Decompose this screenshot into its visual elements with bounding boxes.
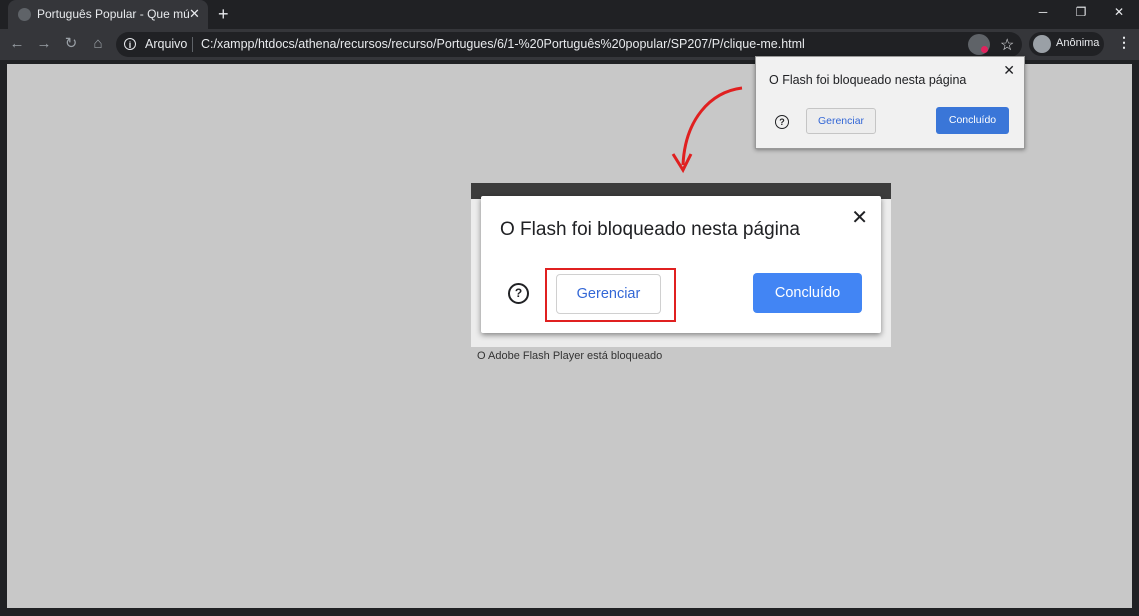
tab-close-icon[interactable]: ✕ (189, 7, 200, 21)
restore-button[interactable]: ❐ (1062, 0, 1100, 25)
blocked-badge (981, 46, 988, 53)
address-url[interactable]: C:/xampp/htdocs/athena/recursos/recurso/… (201, 37, 805, 51)
zoomed-title: O Flash foi bloqueado nesta página (500, 219, 800, 240)
zoomed-dialog: O Flash foi bloqueado nesta página ✕ ? G… (481, 196, 881, 333)
tab-title: Português Popular - Que música (37, 7, 189, 21)
new-tab-button[interactable]: + (218, 4, 229, 25)
address-prefix: Arquivo (145, 37, 188, 51)
info-icon[interactable]: i (124, 38, 136, 50)
menu-icon[interactable]: ⋮ (1117, 34, 1131, 51)
star-icon[interactable]: ☆ (1000, 35, 1014, 55)
zoomed-manage-button[interactable]: Gerenciar (556, 274, 661, 314)
tab-strip: Português Popular - Que música ✕ + ─ ❐ ✕ (0, 0, 1139, 29)
popup-close-icon[interactable]: ✕ (1003, 62, 1015, 79)
close-window-button[interactable]: ✕ (1100, 0, 1138, 25)
zoomed-popup-image: O Flash foi bloqueado nesta página ✕ ? G… (471, 183, 891, 347)
red-arrow-annotation (671, 86, 743, 174)
browser-tab[interactable]: Português Popular - Que música ✕ (8, 0, 208, 29)
address-bar[interactable]: i Arquivo C:/xampp/htdocs/athena/recurso… (116, 32, 1022, 57)
profile-button[interactable]: Anônima (1029, 32, 1104, 56)
flash-blocked-caption: O Adobe Flash Player está bloqueado (477, 350, 663, 362)
globe-icon (18, 8, 31, 21)
manage-button[interactable]: Gerenciar (806, 108, 876, 134)
reload-icon[interactable]: ↻ (62, 35, 80, 53)
forward-icon[interactable]: → (35, 35, 53, 53)
popup-title: O Flash foi bloqueado nesta página (769, 73, 967, 87)
done-button[interactable]: Concluído (936, 107, 1009, 134)
zoomed-close-icon[interactable]: ✕ (851, 205, 868, 230)
minimize-button[interactable]: ─ (1024, 0, 1062, 25)
help-icon[interactable]: ? (775, 115, 789, 129)
zoomed-done-button[interactable]: Concluído (753, 273, 862, 313)
address-separator (192, 37, 193, 52)
incognito-icon (1033, 35, 1051, 53)
zoomed-help-icon[interactable]: ? (508, 283, 529, 304)
plugin-blocked-icon[interactable] (968, 34, 990, 55)
profile-label: Anônima (1056, 37, 1100, 49)
flash-blocked-popup: O Flash foi bloqueado nesta página ✕ ? G… (755, 56, 1025, 149)
home-icon[interactable]: ⌂ (89, 35, 107, 53)
back-icon[interactable]: ← (8, 35, 26, 53)
